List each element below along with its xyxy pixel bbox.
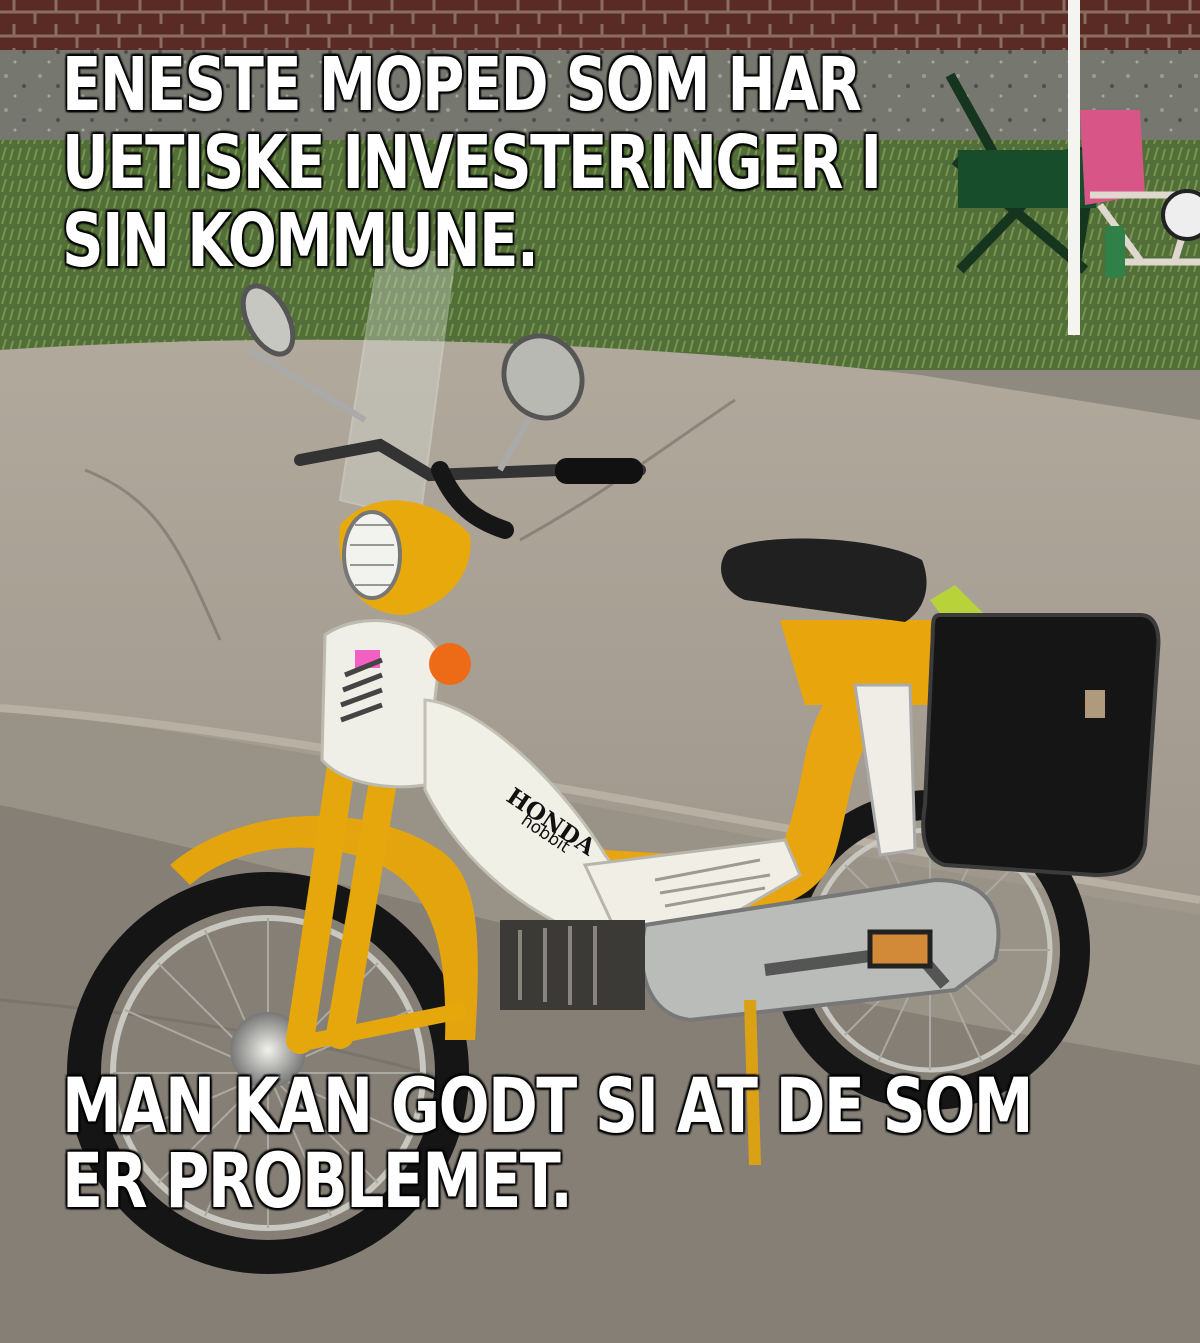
meme-image: HONDA hobbit ENESTE MOPED SOM HAR UETISK… (0, 0, 1200, 1343)
meme-caption-top: ENESTE MOPED SOM HAR UETISKE INVESTERING… (62, 42, 882, 284)
meme-caption-bottom: MAN KAN GODT SI AT DE SOM ER PROBLEMET. (62, 1061, 1034, 1225)
saddle-bag (921, 613, 1161, 878)
handle-grip (555, 458, 643, 484)
turn-signal (429, 643, 471, 685)
